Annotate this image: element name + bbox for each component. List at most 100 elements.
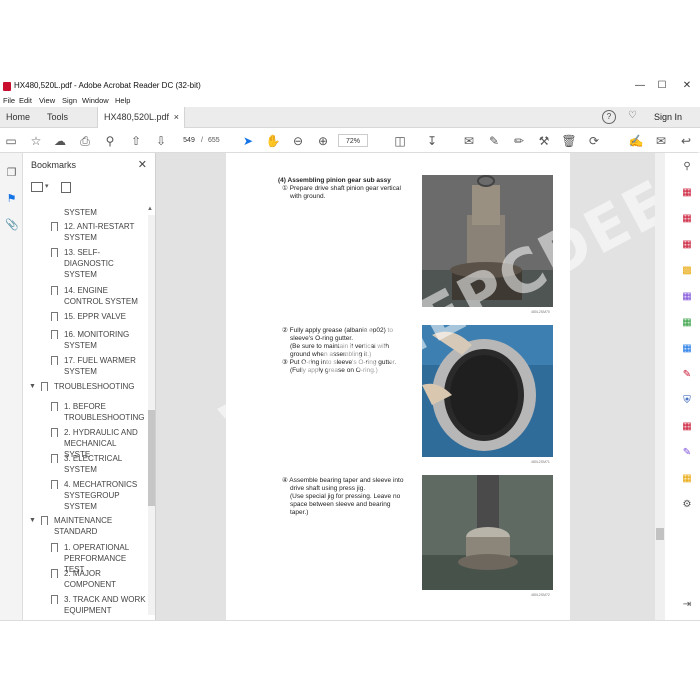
email-icon[interactable]: ✉ — [653, 133, 669, 149]
more-tools-icon[interactable]: ⚙ — [681, 499, 693, 511]
comment-icon[interactable]: ✉ — [461, 133, 477, 149]
bookmark-item[interactable]: MAINTENANCE STANDARD — [54, 515, 140, 537]
menu-view[interactable]: View — [39, 96, 55, 105]
bookmark-icon — [51, 454, 58, 463]
upload-cloud-icon[interactable]: ☁ — [52, 133, 68, 149]
bookmarks-panel: Bookmarks ✕ ▾ SYSTEM 12. ANTI-RESTART SY… — [23, 153, 156, 620]
bookmark-item[interactable]: 15. EPPR VALVE — [64, 311, 140, 322]
bookmark-item[interactable]: 1. BEFORE TROUBLESHOOTING — [64, 401, 144, 423]
search-zoom-icon[interactable]: ⚲ — [681, 161, 693, 173]
bookmark-icon — [51, 595, 58, 604]
bookmarks-scrollbar-thumb[interactable] — [148, 410, 155, 506]
create-pdf-icon[interactable]: ▦ — [681, 213, 693, 225]
hand-tool-icon[interactable]: ✋ — [265, 133, 281, 149]
bookmark-icon — [51, 428, 58, 437]
bookmark-item[interactable]: 12. ANTI-RESTART SYSTEM — [64, 221, 140, 243]
page-thumbnails-icon[interactable]: ❐ — [5, 167, 18, 180]
bookmark-icon — [51, 330, 58, 339]
notification-bell-icon[interactable]: ♡ — [628, 110, 637, 121]
bookmarks-panel-icon[interactable]: ⚑ — [5, 193, 18, 206]
bookmark-star-icon[interactable]: ☆ — [28, 133, 44, 149]
bookmark-item[interactable]: SYSTEM — [64, 207, 97, 218]
scroll-up-arrow-icon[interactable]: ▲ — [147, 206, 153, 212]
fill-and-sign-icon[interactable]: ✎ — [681, 369, 693, 381]
bookmark-item[interactable]: 17. FUEL WARMER SYSTEM — [64, 355, 140, 377]
bookmark-icon — [51, 569, 58, 578]
edit-sign-icon[interactable]: ✍ — [628, 133, 644, 149]
menu-sign[interactable]: Sign — [62, 96, 77, 105]
page-separator: / — [201, 137, 203, 144]
sign-in-button[interactable]: Sign In — [654, 112, 682, 122]
document-scrollbar-thumb[interactable] — [656, 528, 664, 540]
delete-icon[interactable]: 🗑 — [561, 133, 577, 149]
scroll-mode-icon[interactable]: ↧ — [424, 133, 440, 149]
zoom-in-icon[interactable]: ⊕ — [315, 133, 331, 149]
export-pdf-icon[interactable]: ▦ — [681, 187, 693, 199]
page-number-input[interactable]: 549 — [180, 134, 198, 147]
fill-sign-icon[interactable]: ⚒ — [536, 133, 552, 149]
next-page-icon[interactable]: ⇩ — [153, 133, 169, 149]
chevron-down-icon[interactable]: ▾ — [45, 182, 49, 190]
photo-caption-3: 480L2SM72 — [531, 593, 550, 597]
tab-document[interactable]: HX480,520L.pdf × — [97, 107, 185, 128]
find-search-icon[interactable]: ⚲ — [102, 133, 118, 149]
page-layout-icon[interactable]: ◫ — [392, 133, 408, 149]
comment-tool-icon[interactable]: ▩ — [681, 265, 693, 277]
bookmark-icon — [51, 286, 58, 295]
save-icon[interactable]: ▭ — [3, 133, 19, 149]
tab-close-button[interactable]: × — [174, 107, 179, 128]
bookmark-item[interactable]: 13. SELF-DIAGNOSTIC SYSTEM — [64, 247, 140, 280]
maximize-button[interactable]: ☐ — [654, 80, 670, 91]
tab-document-label: HX480,520L.pdf — [104, 112, 170, 122]
bookmark-options-icon[interactable] — [31, 182, 43, 192]
bookmark-item[interactable]: 14. ENGINE CONTROL SYSTEM — [64, 285, 140, 307]
menu-window[interactable]: Window — [82, 96, 109, 105]
bookmark-item[interactable]: 16. MONITORING SYSTEM — [64, 329, 140, 351]
step-4-line-5: taper.) — [290, 509, 309, 516]
bottom-border — [0, 620, 700, 621]
bookmarks-title: Bookmarks — [31, 160, 77, 170]
combine-files-icon[interactable]: ▦ — [681, 291, 693, 303]
highlight-pen-icon[interactable]: ✎ — [486, 133, 502, 149]
tab-tools[interactable]: Tools — [41, 107, 74, 128]
step-4-line-2: drive shaft using press jig. — [290, 485, 366, 492]
pdf-document-icon[interactable]: ▦ — [681, 421, 693, 433]
organize-pages-icon[interactable]: ▦ — [681, 317, 693, 329]
add-bookmark-icon[interactable] — [61, 182, 71, 193]
minimize-button[interactable]: — — [632, 80, 648, 91]
acrobat-app-icon — [3, 82, 11, 91]
collapse-caret-icon[interactable]: ▼ — [29, 517, 36, 524]
document-scrollbar[interactable] — [655, 153, 665, 620]
zoom-level-select[interactable]: 72% — [338, 134, 368, 147]
bookmark-item[interactable]: 2. MAJOR COMPONENT — [64, 568, 140, 590]
help-icon[interactable]: ? — [602, 110, 616, 124]
rotate-icon[interactable]: ⟳ — [586, 133, 602, 149]
tab-home[interactable]: Home — [0, 107, 36, 128]
select-cursor-icon[interactable]: ➤ — [240, 133, 256, 149]
edit-pdf-icon[interactable]: ▦ — [681, 239, 693, 251]
bookmark-item[interactable]: 4. MECHATRONICS SYSTEGROUP SYSTEM — [64, 479, 140, 512]
draw-icon[interactable]: ✏ — [511, 133, 527, 149]
previous-page-icon[interactable]: ⇧ — [128, 133, 144, 149]
tab-bar: Home Tools HX480,520L.pdf × ? ♡ Sign In — [0, 107, 700, 128]
send-for-review-icon[interactable]: ▦ — [681, 473, 693, 485]
bookmark-item[interactable]: 3. TRACK AND WORK EQUIPMENT — [64, 594, 146, 616]
menu-edit[interactable]: Edit — [19, 96, 32, 105]
bookmark-icon — [51, 543, 58, 552]
menu-file[interactable]: File — [3, 96, 15, 105]
collapse-caret-icon[interactable]: ▼ — [29, 383, 36, 390]
request-signature-icon[interactable]: ✎ — [681, 447, 693, 459]
bookmark-item[interactable]: TROUBLESHOOTING — [54, 381, 140, 392]
bookmark-icon — [51, 248, 58, 257]
bookmarks-close-button[interactable]: ✕ — [138, 158, 147, 171]
bookmark-item[interactable]: 3. ELECTRICAL SYSTEM — [64, 453, 140, 475]
attachments-paperclip-icon[interactable]: 📎 — [5, 219, 19, 232]
close-window-button[interactable]: ✕ — [679, 80, 695, 91]
collapse-panel-icon[interactable]: ⇥ — [681, 599, 693, 611]
print-icon[interactable]: ⎙ — [77, 133, 93, 149]
protect-shield-icon[interactable]: ⛨ — [681, 395, 693, 407]
scan-ocr-icon[interactable]: ▦ — [681, 343, 693, 355]
title-bar: HX480,520L.pdf - Adobe Acrobat Reader DC… — [0, 78, 700, 95]
menu-help[interactable]: Help — [115, 96, 130, 105]
zoom-out-icon[interactable]: ⊖ — [290, 133, 306, 149]
